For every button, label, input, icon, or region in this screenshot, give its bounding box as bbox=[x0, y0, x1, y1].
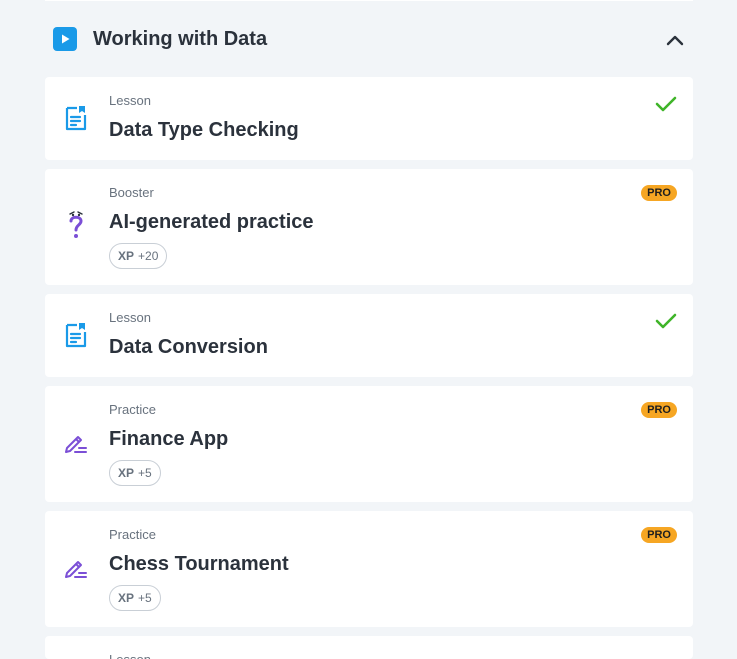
chevron-up-icon bbox=[666, 35, 684, 46]
xp-badge: XP +5 bbox=[109, 460, 161, 486]
xp-value: +20 bbox=[138, 249, 159, 263]
pro-badge: PRO bbox=[641, 402, 677, 418]
xp-value: +5 bbox=[138, 466, 152, 480]
item-title: Data Type Checking bbox=[109, 119, 299, 141]
check-icon bbox=[655, 96, 677, 112]
item-title: Finance App bbox=[109, 428, 229, 450]
item-kind: Lesson bbox=[109, 93, 151, 108]
practice-pencil-icon bbox=[63, 555, 89, 581]
item-title: AI-generated practice bbox=[109, 211, 314, 233]
pro-badge: PRO bbox=[641, 185, 677, 201]
xp-label: XP bbox=[118, 249, 135, 263]
item-kind: Practice bbox=[109, 402, 156, 417]
list-item-lesson[interactable]: Lesson bbox=[45, 636, 693, 659]
lesson-document-icon bbox=[63, 105, 89, 131]
practice-pencil-icon bbox=[63, 430, 89, 456]
item-title: Data Conversion bbox=[109, 336, 268, 358]
item-title: Chess Tournament bbox=[109, 553, 289, 575]
item-kind: Booster bbox=[109, 185, 154, 200]
section-title: Working with Data bbox=[93, 27, 268, 50]
xp-label: XP bbox=[118, 591, 135, 605]
play-icon bbox=[53, 27, 77, 51]
collapse-button[interactable] bbox=[659, 24, 691, 56]
pro-badge: PRO bbox=[641, 527, 677, 543]
xp-label: XP bbox=[118, 466, 135, 480]
previous-card-edge bbox=[45, 0, 693, 1]
lesson-document-icon bbox=[63, 322, 89, 348]
list-item-lesson[interactable]: Lesson Data Conversion bbox=[45, 294, 693, 377]
list-item-booster[interactable]: Booster AI-generated practice PRO XP +20 bbox=[45, 169, 693, 285]
item-kind: Lesson bbox=[109, 652, 151, 659]
xp-badge: XP +5 bbox=[109, 585, 161, 611]
item-kind: Lesson bbox=[109, 310, 151, 325]
list-item-practice[interactable]: Practice Finance App PRO XP +5 bbox=[45, 386, 693, 502]
xp-value: +5 bbox=[138, 591, 152, 605]
item-kind: Practice bbox=[109, 527, 156, 542]
xp-badge: XP +20 bbox=[109, 243, 168, 269]
list-item-lesson[interactable]: Lesson Data Type Checking bbox=[45, 77, 693, 160]
list-item-practice[interactable]: Practice Chess Tournament PRO XP +5 bbox=[45, 511, 693, 627]
section-header[interactable]: Working with Data bbox=[45, 18, 693, 60]
check-icon bbox=[655, 313, 677, 329]
booster-question-icon bbox=[63, 211, 89, 239]
